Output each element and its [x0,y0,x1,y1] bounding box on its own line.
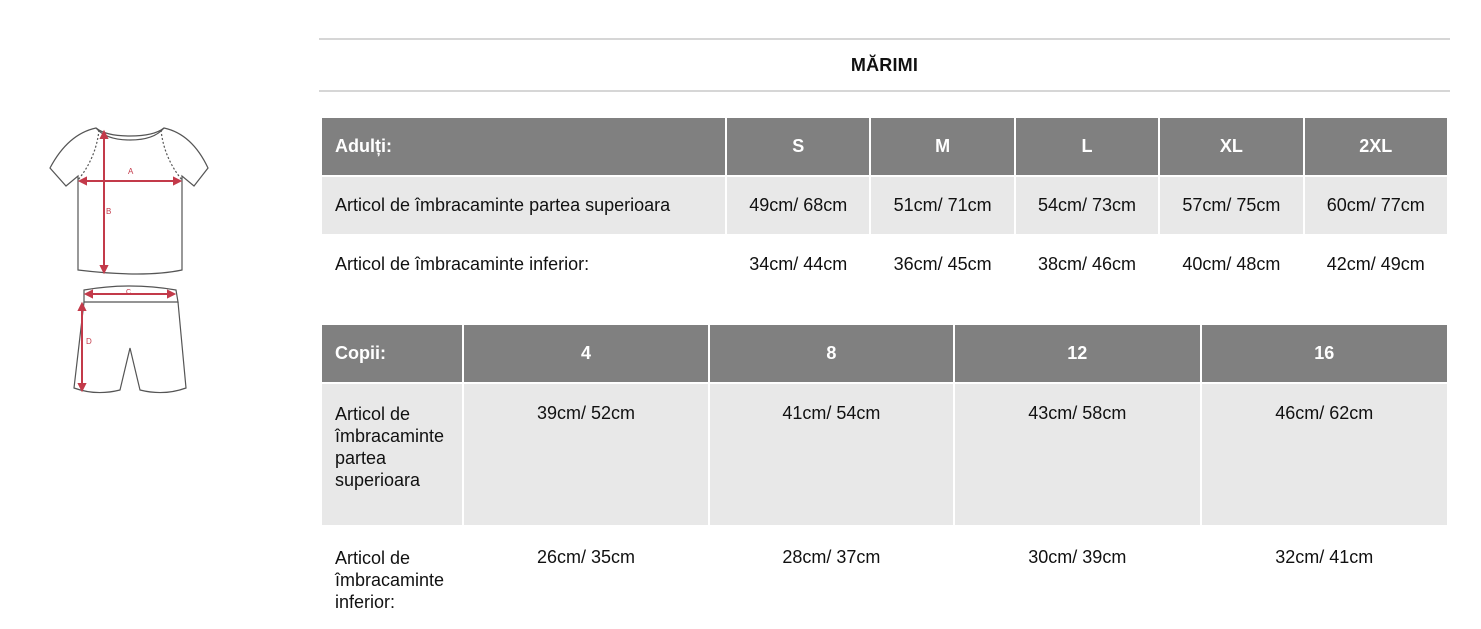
label-b: B [106,207,111,216]
table-row: Articol de îmbracaminte inferior: 34cm/ … [322,236,1447,293]
size-header: 2XL [1304,118,1447,175]
table-cell: 57cm/ 75cm [1160,177,1303,234]
row-label: Articol de îmbracaminte inferior: [335,548,445,612]
table-cell: 43cm/ 58cm [955,384,1200,525]
table-cell: 54cm/ 73cm [1015,177,1159,234]
table-cell: 40cm/ 48cm [1182,254,1281,274]
label-d: D [86,337,92,346]
table-row: Articol de îmbracaminte partea superioar… [322,384,1447,525]
row-label: Articol de îmbracaminte partea superioar… [322,384,463,525]
table-row: Articol de îmbracaminte inferior: 26cm/ … [322,527,1447,627]
kids-header-row: Copii: 4 8 12 16 [322,325,1447,382]
label-c: C [126,289,131,296]
label-a: A [128,167,134,176]
shorts-measure-lines [77,289,177,393]
row-label: Articol de îmbracaminte partea superioar… [322,177,726,234]
size-header: 4 [464,325,708,382]
table-cell: 28cm/ 37cm [782,547,881,567]
table-cell: 34cm/ 44cm [749,254,848,274]
kids-size-table: Copii: 4 8 12 16 Articol de îmbracaminte… [320,323,1449,629]
page-title: MĂRIMI [319,38,1450,92]
table-row: Articol de îmbracaminte partea superioar… [322,177,1447,234]
row-label: Articol de îmbracaminte inferior: [335,254,590,274]
size-header: 16 [1201,325,1447,382]
table-cell: 42cm/ 49cm [1326,254,1425,274]
table-cell: 41cm/ 54cm [709,384,954,525]
table-cell: 60cm/ 77cm [1304,177,1447,234]
table-cell: 36cm/ 45cm [893,254,992,274]
table-cell: 46cm/ 62cm [1201,384,1447,525]
tshirt-measure-lines [77,129,183,275]
tshirt-shorts-diagram: A B C D [49,127,209,394]
kids-header-label: Copii: [322,325,463,382]
tshirt-outline [49,127,209,275]
table-cell: 26cm/ 35cm [536,547,635,567]
table-cell: 39cm/ 52cm [464,384,708,525]
adult-size-table: Adulți: S M L XL 2XL Articol de îmbracam… [320,116,1449,295]
table-cell: 30cm/ 39cm [1028,547,1127,567]
size-header: M [871,118,1014,175]
table-cell: 51cm/ 71cm [871,177,1014,234]
size-header: 12 [955,325,1200,382]
size-header: XL [1160,118,1303,175]
table-cell: 49cm/ 68cm [727,177,870,234]
size-header: 8 [709,325,954,382]
adult-header-row: Adulți: S M L XL 2XL [322,118,1447,175]
table-cell: 32cm/ 41cm [1275,547,1374,567]
size-header: S [727,118,870,175]
adult-header-label: Adulți: [322,118,726,175]
size-header: L [1015,118,1159,175]
table-cell: 38cm/ 46cm [1037,254,1137,274]
garment-measurement-illustration: A B C D [44,118,216,410]
